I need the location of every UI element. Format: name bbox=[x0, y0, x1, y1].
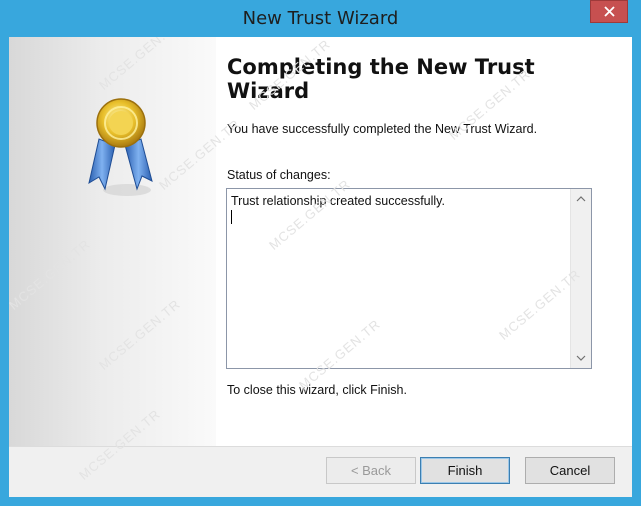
status-textbox[interactable]: Trust relationship created successfully. bbox=[226, 188, 592, 369]
wizard-side-panel bbox=[9, 37, 216, 446]
wizard-window: New Trust Wizard Completing the New Trus… bbox=[0, 0, 641, 506]
button-bar: < Back Finish Cancel bbox=[9, 446, 632, 497]
award-ribbon-icon bbox=[88, 98, 153, 196]
scroll-down-button[interactable] bbox=[572, 349, 590, 367]
cancel-button[interactable]: Cancel bbox=[525, 457, 615, 484]
close-instruction: To close this wizard, click Finish. bbox=[227, 383, 407, 397]
title-bar[interactable]: New Trust Wizard bbox=[0, 0, 641, 37]
chevron-down-icon bbox=[576, 355, 586, 361]
chevron-up-icon bbox=[576, 196, 586, 202]
close-button[interactable] bbox=[590, 0, 628, 23]
wizard-content: Completing the New Trust Wizard You have… bbox=[216, 37, 632, 446]
status-label: Status of changes: bbox=[227, 168, 331, 182]
window-title: New Trust Wizard bbox=[242, 8, 399, 29]
back-button[interactable]: < Back bbox=[326, 457, 416, 484]
success-message: You have successfully completed the New … bbox=[227, 122, 538, 136]
page-title: Completing the New Trust Wizard bbox=[227, 55, 535, 103]
finish-button[interactable]: Finish bbox=[420, 457, 510, 484]
wizard-client-area: Completing the New Trust Wizard You have… bbox=[9, 37, 632, 497]
scroll-up-button[interactable] bbox=[572, 190, 590, 208]
status-text: Trust relationship created successfully. bbox=[231, 194, 445, 208]
close-icon bbox=[603, 6, 615, 17]
text-caret bbox=[231, 210, 232, 224]
vertical-scrollbar[interactable] bbox=[570, 189, 591, 368]
